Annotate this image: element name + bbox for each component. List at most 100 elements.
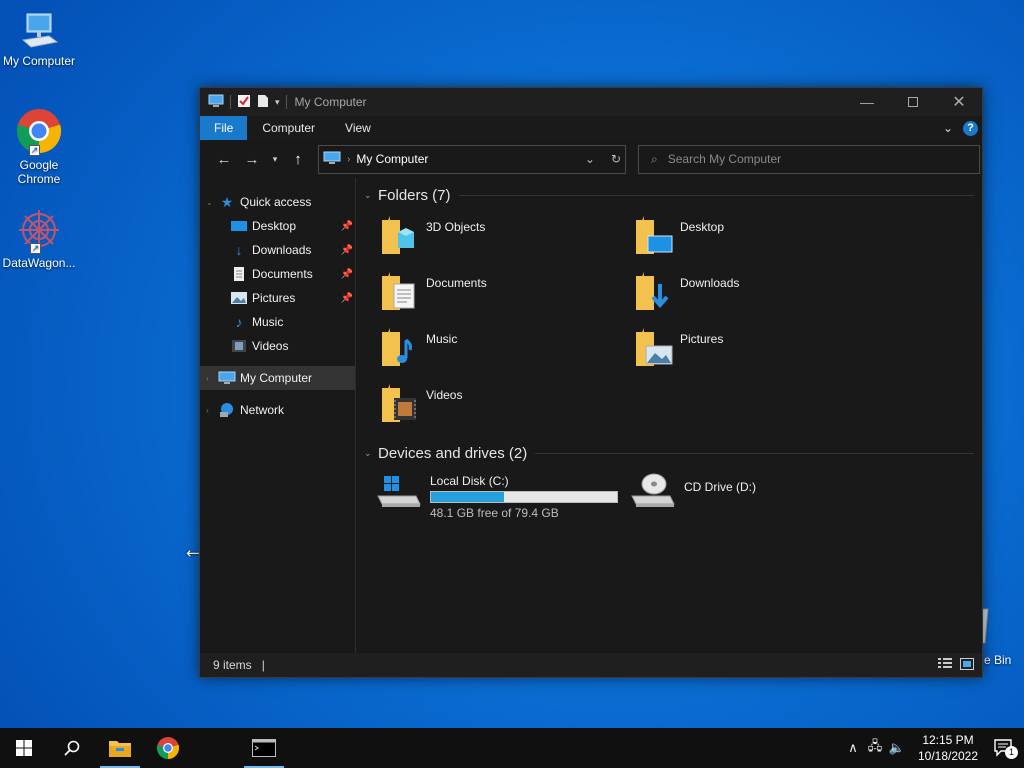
desktop-icon-datawagon[interactable]: ↗ DataWagon... <box>0 206 78 270</box>
sidebar-item-videos[interactable]: Videos <box>200 334 355 358</box>
desktop-icon-google-chrome[interactable]: ↗ Google Chrome <box>0 106 78 186</box>
sidebar-item-label: Music <box>252 315 284 329</box>
up-button[interactable]: ↑ <box>284 151 312 168</box>
volume-icon[interactable]: 🔈 <box>886 740 908 756</box>
folder-videos[interactable]: Videos <box>380 378 634 434</box>
close-icon: ✕ <box>952 94 966 111</box>
sidebar-item-desktop[interactable]: Desktop 📌 <box>200 214 355 238</box>
taskbar-chrome[interactable] <box>144 728 192 768</box>
drive-usage-bar <box>430 491 618 503</box>
collapse-icon[interactable]: ⌄ <box>364 448 378 459</box>
address-bar[interactable]: › My Computer ⌄ ↻ <box>318 144 626 174</box>
sidebar-item-label: Documents <box>252 267 313 281</box>
content-pane: ⌄ Folders (7) 3D Objects Desktop Documents… <box>356 178 982 653</box>
folder-icon <box>634 270 674 314</box>
breadcrumb-my-computer[interactable]: My Computer <box>356 152 428 166</box>
refresh-icon[interactable]: ↻ <box>611 152 621 166</box>
datawagon-icon: ↗ <box>16 206 62 254</box>
folder-3d-objects[interactable]: 3D Objects <box>380 210 634 266</box>
separator <box>285 95 287 109</box>
shortcut-arrow-icon: ↗ <box>30 243 41 254</box>
taskbar-file-explorer[interactable] <box>96 728 144 768</box>
folder-downloads[interactable]: Downloads <box>634 266 888 322</box>
maximize-button[interactable] <box>890 88 936 116</box>
folder-desktop[interactable]: Desktop <box>634 210 888 266</box>
address-dropdown-icon[interactable]: ⌄ <box>585 152 595 166</box>
sidebar-item-network[interactable]: › Network <box>200 398 355 422</box>
folders-section-header[interactable]: ⌄ Folders (7) <box>364 184 982 206</box>
document-icon <box>230 266 248 282</box>
folder-pictures[interactable]: Pictures <box>634 322 888 378</box>
desktop-icon-label: e Bin <box>984 653 1012 667</box>
properties-icon[interactable] <box>237 94 251 111</box>
film-icon <box>230 338 248 354</box>
show-hidden-icons-icon[interactable]: ∧ <box>842 740 864 756</box>
back-button[interactable]: ← <box>210 151 238 168</box>
sidebar-item-downloads[interactable]: ↓ Downloads 📌 <box>200 238 355 262</box>
drive-usage-fill <box>431 492 505 502</box>
sidebar-item-music[interactable]: ♪ Music <box>200 310 355 334</box>
drive-cd-d[interactable]: CD Drive (D:) <box>630 470 884 520</box>
search-icon <box>64 740 80 756</box>
breadcrumb-separator-icon: › <box>347 153 351 165</box>
sidebar-item-pictures[interactable]: Pictures 📌 <box>200 286 355 310</box>
file-explorer-icon <box>109 741 131 757</box>
search-box[interactable]: ⌕ <box>638 144 980 174</box>
expand-icon[interactable]: ⌄ <box>206 198 218 207</box>
chrome-icon <box>156 737 180 759</box>
sidebar-item-my-computer[interactable]: › My Computer <box>200 366 355 390</box>
forward-button[interactable]: → <box>238 151 266 168</box>
help-icon[interactable]: ? <box>963 120 978 136</box>
collapse-icon[interactable]: ⌄ <box>364 190 378 201</box>
minimize-button[interactable]: — <box>844 88 890 116</box>
sidebar-item-label: Quick access <box>240 195 312 209</box>
recent-locations-button[interactable]: ▾ <box>266 154 284 165</box>
search-button[interactable] <box>48 728 96 768</box>
action-center-button[interactable]: 1 <box>984 739 1024 759</box>
new-folder-icon[interactable] <box>257 94 269 111</box>
folder-icon <box>634 326 674 370</box>
title-bar[interactable]: ▾ My Computer — ✕ <box>200 88 982 116</box>
folder-documents[interactable]: Documents <box>380 266 634 322</box>
desktop-icon-label: My Computer <box>2 54 76 68</box>
desktop-icon-my-computer[interactable]: My Computer <box>0 10 78 68</box>
search-input[interactable] <box>667 152 948 166</box>
computer-icon <box>218 370 236 386</box>
close-button[interactable]: ✕ <box>936 88 982 116</box>
minimize-icon: — <box>860 94 874 110</box>
folder-music[interactable]: Music <box>380 322 634 378</box>
expand-icon[interactable]: › <box>206 406 218 415</box>
divider <box>535 452 974 454</box>
folder-icon <box>634 214 674 258</box>
customize-toolbar-icon[interactable]: ▾ <box>275 97 280 108</box>
sidebar-item-quick-access[interactable]: ⌄ ★ Quick access <box>200 190 355 214</box>
tab-view[interactable]: View <box>330 116 386 140</box>
folder-label: Documents <box>426 276 487 290</box>
drives-section-header[interactable]: ⌄ Devices and drives (2) <box>364 442 982 464</box>
desktop-icon <box>230 218 248 234</box>
picture-icon <box>230 290 248 306</box>
sidebar-item-label: Network <box>240 403 285 417</box>
details-view-icon[interactable] <box>938 657 952 673</box>
folder-icon <box>380 382 420 426</box>
clock[interactable]: 12:15 PM 10/18/2022 <box>912 732 984 764</box>
sidebar-item-documents[interactable]: Documents 📌 <box>200 262 355 286</box>
taskbar-empty-slot <box>192 728 240 768</box>
sidebar-item-label: Videos <box>252 339 289 353</box>
expand-icon[interactable]: › <box>206 374 218 383</box>
taskbar-command-prompt[interactable] <box>240 728 288 768</box>
start-button[interactable] <box>0 728 48 768</box>
large-icons-view-icon[interactable] <box>960 657 974 673</box>
drive-name: CD Drive (D:) <box>684 480 756 494</box>
tab-computer[interactable]: Computer <box>247 116 330 140</box>
sidebar-item-label: Pictures <box>252 291 296 305</box>
tab-file[interactable]: File <box>200 116 248 140</box>
search-icon: ⌕ <box>651 151 658 166</box>
taskbar: ∧ 🖧 🔈 12:15 PM 10/18/2022 1 <box>0 728 1024 768</box>
computer-icon <box>323 151 341 168</box>
drive-local-disk-c[interactable]: Local Disk (C:) 48.1 GB free of 79.4 GB <box>376 470 630 520</box>
network-icon[interactable]: 🖧 <box>864 737 886 759</box>
expand-ribbon-icon[interactable]: ⌄ <box>943 121 953 135</box>
section-title: Devices and drives (2) <box>378 444 528 462</box>
drive-free-space: 48.1 GB free of 79.4 GB <box>430 506 559 520</box>
